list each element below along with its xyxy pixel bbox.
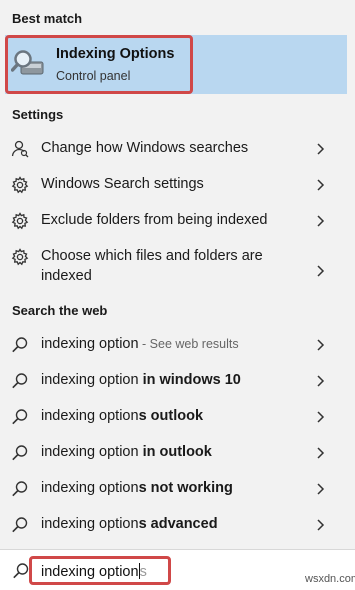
settings-item-label: Windows Search settings (41, 176, 204, 192)
search-icon (12, 337, 28, 353)
chevron-right-icon[interactable] (313, 446, 327, 460)
chevron-right-icon[interactable] (313, 518, 327, 532)
search-icon (13, 563, 29, 579)
web-result-item[interactable]: indexing options not working (0, 472, 355, 506)
chevron-right-icon[interactable] (313, 178, 327, 192)
best-match-red-outline (5, 35, 193, 94)
settings-item-label: Change how Windows searches (41, 140, 249, 156)
web-result-item[interactable]: indexing options advanced (0, 508, 355, 542)
settings-item-choose-indexed-files[interactable]: Choose which files and folders are index… (0, 246, 355, 296)
chevron-right-icon[interactable] (313, 482, 327, 496)
chevron-right-icon[interactable] (313, 214, 327, 228)
web-result-label: indexing option in outlook (41, 444, 212, 460)
web-result-label: indexing options not working (41, 480, 233, 496)
web-result-label: indexing options outlook (41, 408, 204, 424)
search-icon (12, 445, 28, 461)
person-search-icon (11, 140, 29, 158)
chevron-right-icon[interactable] (313, 338, 327, 352)
settings-item-label: Exclude folders from being indexed (41, 212, 268, 228)
settings-item-label: Choose which files and folders are index… (41, 248, 263, 284)
web-result-item[interactable]: indexing option in outlook (0, 436, 355, 470)
search-autocomplete-text: s (139, 564, 147, 580)
search-typed-text: indexing option (41, 564, 139, 580)
settings-heading: Settings (12, 107, 64, 122)
search-icon (12, 517, 28, 533)
search-icon (12, 481, 28, 497)
web-result-item[interactable]: indexing option - See web results (0, 328, 355, 362)
web-result-label: indexing option in windows 10 (41, 372, 241, 388)
watermark: wsxdn.com (305, 573, 355, 585)
settings-item-windows-search-settings[interactable]: Windows Search settings (0, 168, 355, 202)
search-icon (12, 373, 28, 389)
settings-item-change-how-windows-searches[interactable]: Change how Windows searches (0, 132, 355, 166)
chevron-right-icon[interactable] (313, 374, 327, 388)
chevron-right-icon[interactable] (313, 410, 327, 424)
web-result-label: indexing options advanced (41, 516, 218, 532)
best-match-heading: Best match (12, 11, 83, 26)
search-web-heading: Search the web (12, 303, 108, 318)
settings-item-exclude-folders[interactable]: Exclude folders from being indexed (0, 204, 355, 238)
web-result-item[interactable]: indexing options outlook (0, 400, 355, 434)
gear-icon (11, 248, 29, 266)
search-icon (12, 409, 28, 425)
search-input[interactable]: indexing options (29, 556, 171, 585)
web-result-item[interactable]: indexing option in windows 10 (0, 364, 355, 398)
web-result-label: indexing option - See web results (41, 336, 239, 352)
start-search-panel: Best match Indexing Options Control pane… (0, 0, 355, 590)
gear-icon (11, 212, 29, 230)
gear-icon (11, 176, 29, 194)
chevron-right-icon[interactable] (313, 264, 327, 278)
chevron-right-icon[interactable] (313, 142, 327, 156)
search-bar: indexing options wsxdn.com (0, 549, 355, 590)
